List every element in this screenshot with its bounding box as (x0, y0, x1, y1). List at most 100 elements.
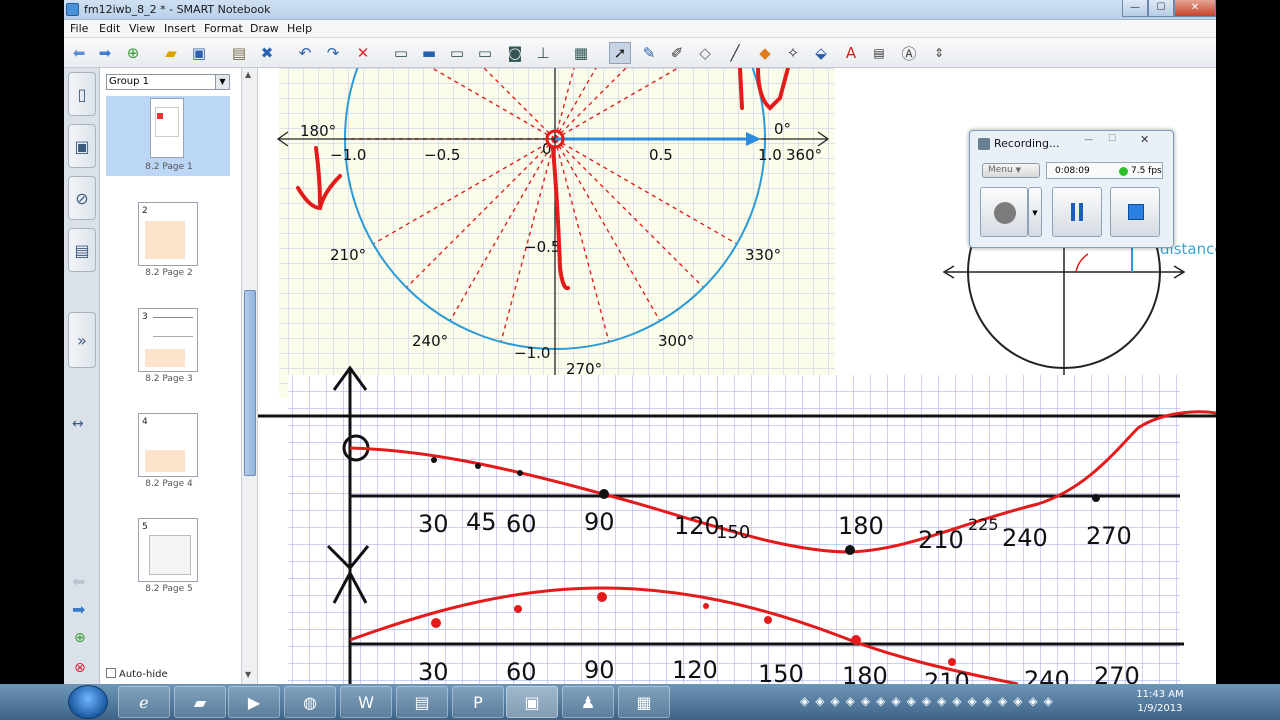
row-b-label: 180 (838, 512, 884, 540)
open-file-icon[interactable]: ▰ (160, 42, 182, 64)
transparent-background-icon[interactable]: ▭ (446, 42, 468, 64)
page-number: 3 (142, 312, 148, 322)
app-icon (66, 3, 79, 16)
angle-label: 240° (412, 332, 448, 350)
paste-icon[interactable]: ▤ (228, 42, 250, 64)
minimize-button[interactable]: — (1122, 0, 1148, 17)
page-sorter: Group 1 ▼ 8.2 Page 1 2 8.2 Page 2 3 8.2 … (100, 68, 242, 684)
menu-format[interactable]: Format (204, 22, 243, 35)
delete-icon[interactable]: ✕ (352, 42, 374, 64)
recorder-minimize-icon[interactable]: — (1084, 135, 1093, 145)
word-icon[interactable]: W (340, 686, 392, 718)
file-explorer-icon[interactable]: ▰ (174, 686, 226, 718)
autohide-checkbox[interactable]: Auto-hide (106, 668, 168, 680)
page-thumbnail-2[interactable]: 2 (138, 202, 198, 266)
menu-insert[interactable]: Insert (164, 22, 196, 35)
line-tool-icon[interactable]: ╱ (724, 42, 746, 64)
eraser-icon[interactable]: ◇ (694, 42, 716, 64)
page-number: 2 (142, 206, 148, 216)
internet-explorer-icon[interactable]: ℯ (118, 686, 170, 718)
tick-label: −0.5 (524, 238, 560, 256)
table-icon[interactable]: ▦ (570, 42, 592, 64)
clear-page-icon[interactable]: ✖ (256, 42, 278, 64)
row-b-label: 60 (506, 510, 537, 538)
row-c-label: 150 (758, 660, 804, 684)
properties-tab[interactable]: ▤ (68, 228, 96, 272)
start-button[interactable] (68, 685, 108, 719)
chevron-right-icon: » (77, 330, 87, 350)
record-options-button[interactable]: ▼ (1028, 187, 1042, 237)
recorder-maximize-icon[interactable]: ☐ (1108, 134, 1116, 144)
handwriting-recognition-icon[interactable]: Ⓐ (898, 42, 920, 64)
document-camera-icon[interactable]: ⊥ (532, 42, 554, 64)
properties-icon[interactable]: ▤ (868, 42, 890, 64)
add-page-icon[interactable]: ⊕ (122, 42, 144, 64)
previous-page-side-icon[interactable]: ⬅ (72, 572, 85, 591)
recorder-task-icon[interactable]: ▦ (618, 686, 670, 718)
screen-capture-icon[interactable]: ◙ (504, 42, 526, 64)
pause-button[interactable] (1052, 187, 1102, 237)
resize-arrows-icon[interactable]: ↔ (72, 416, 84, 432)
maximize-button[interactable]: ☐ (1148, 0, 1174, 17)
pdf-icon[interactable]: ▤ (396, 686, 448, 718)
delete-page-side-icon[interactable]: ⊗ (74, 660, 86, 676)
page-thumbnail-4[interactable]: 4 (138, 413, 198, 477)
page-sorter-tab[interactable]: ▯ (68, 72, 96, 116)
creative-pen-icon[interactable]: ✐ (666, 42, 688, 64)
screen-shade-icon[interactable]: ▭ (390, 42, 412, 64)
magic-pen-icon[interactable]: ✧ (782, 42, 804, 64)
stop-button[interactable] (1110, 187, 1160, 237)
display-icon[interactable]: ▭ (474, 42, 496, 64)
full-screen-icon[interactable]: ▬ (418, 42, 440, 64)
powerpoint-icon[interactable]: P (452, 686, 504, 718)
redo-icon[interactable]: ↷ (322, 42, 344, 64)
attachments-tab[interactable]: ⊘ (68, 176, 96, 220)
chevron-down-icon: ▼ (215, 75, 229, 89)
menu-draw[interactable]: Draw (250, 22, 279, 35)
recorder-menu-label: Menu (988, 165, 1013, 175)
clock-time: 11:43 AM (1136, 689, 1184, 700)
undo-icon[interactable]: ↶ (294, 42, 316, 64)
tick-label: −1.0 (330, 146, 366, 164)
scroll-down-icon[interactable]: ▼ (245, 670, 251, 679)
page-label-1: 8.2 Page 1 (145, 162, 193, 172)
collapse-tab[interactable]: » (68, 312, 96, 368)
row-b-label: 240 (1002, 524, 1048, 552)
previous-page-icon[interactable]: ⬅ (68, 42, 90, 64)
firefox-icon[interactable]: ◍ (284, 686, 336, 718)
move-toolbar-icon[interactable]: ⇕ (928, 42, 950, 64)
menu-view[interactable]: View (129, 22, 155, 35)
recorder-window[interactable]: Recording... — ☐ ✕ Menu ▼ 0:08:09 7.5 fp… (969, 130, 1174, 248)
sorter-scrollbar[interactable]: ▲ ▼ (242, 68, 258, 684)
next-page-side-icon[interactable]: ➡ (72, 600, 85, 619)
select-tool-icon[interactable]: ➚ (609, 42, 631, 64)
row-b-label: 270 (1086, 522, 1132, 550)
network-users-icon[interactable]: ♟ (562, 686, 614, 718)
media-player-icon[interactable]: ▶ (228, 686, 280, 718)
next-page-icon[interactable]: ➡ (94, 42, 116, 64)
text-tool-icon[interactable]: A (840, 42, 862, 64)
page-thumbnail-5[interactable]: 5 (138, 518, 198, 582)
fill-icon[interactable]: ⬙ (810, 42, 832, 64)
scroll-up-icon[interactable]: ▲ (245, 70, 251, 79)
group-dropdown[interactable]: Group 1 ▼ (106, 74, 230, 90)
add-page-side-icon[interactable]: ⊕ (74, 630, 86, 646)
row-b-label: 210 (918, 526, 964, 554)
scrollbar-thumb[interactable] (244, 290, 256, 476)
page-thumbnail-1[interactable] (150, 98, 184, 158)
page-thumbnail-3[interactable]: 3 (138, 308, 198, 372)
menu-help[interactable]: Help (287, 22, 312, 35)
system-tray-icons[interactable]: ◈◈◈◈◈◈◈◈◈◈◈◈◈◈◈◈◈ (800, 694, 1059, 708)
save-icon[interactable]: ▣ (188, 42, 210, 64)
pen-tool-icon[interactable]: ✎ (638, 42, 660, 64)
recorder-menu-button[interactable]: Menu ▼ (982, 163, 1040, 178)
menu-edit[interactable]: Edit (99, 22, 120, 35)
shapes-tool-icon[interactable]: ◆ (754, 42, 776, 64)
record-button[interactable] (980, 187, 1028, 237)
gallery-tab[interactable]: ▣ (68, 124, 96, 168)
taskbar-clock[interactable]: 11:43 AM 1/9/2013 (1120, 688, 1200, 716)
smart-notebook-task-icon[interactable]: ▣ (506, 686, 558, 718)
close-button[interactable]: ✕ (1174, 0, 1216, 17)
menu-file[interactable]: File (70, 22, 88, 35)
recorder-close-icon[interactable]: ✕ (1140, 133, 1149, 146)
